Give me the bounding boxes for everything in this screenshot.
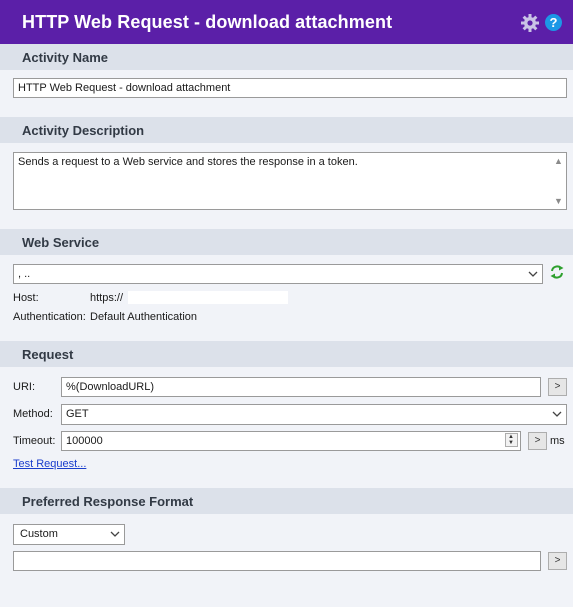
activity-name-input[interactable]: HTTP Web Request - download attachment	[13, 78, 567, 98]
spin-down-icon[interactable]: ▼	[508, 440, 514, 446]
web-service-select[interactable]: , ..	[13, 264, 543, 284]
method-selected-value: GET	[66, 408, 89, 420]
timeout-unit: ms	[550, 435, 565, 447]
scroll-down-icon[interactable]: ▼	[554, 196, 563, 206]
section-title: Preferred Response Format	[22, 494, 194, 509]
scroll-up-icon[interactable]: ▲	[554, 156, 563, 166]
window-title: HTTP Web Request - download attachment	[22, 12, 393, 32]
section-header-activity-name: Activity Name	[0, 44, 573, 70]
response-format-select[interactable]: Custom	[13, 524, 125, 545]
help-icon[interactable]: ?	[545, 14, 562, 31]
test-request-link[interactable]: Test Request...	[13, 458, 86, 470]
section-title: Activity Name	[22, 50, 108, 65]
custom-format-expand-button[interactable]: >	[548, 552, 567, 570]
response-format-selected-value: Custom	[20, 528, 58, 540]
timeout-input[interactable]: 100000 ▲ ▼	[61, 431, 521, 451]
custom-format-input[interactable]	[13, 551, 541, 571]
section-title: Web Service	[22, 235, 100, 250]
method-select[interactable]: GET	[61, 404, 567, 425]
activity-description-textarea[interactable]: Sends a request to a Web service and sto…	[13, 152, 567, 210]
section-header-web-service: Web Service	[0, 229, 573, 255]
section-header-request: Request	[0, 341, 573, 367]
timeout-label: Timeout:	[13, 435, 56, 447]
section-header-activity-description: Activity Description	[0, 117, 573, 143]
chevron-down-icon[interactable]	[527, 265, 539, 283]
uri-expand-button[interactable]: >	[548, 378, 567, 396]
web-service-selected-value: , ..	[18, 268, 31, 280]
redacted-host	[128, 291, 288, 304]
authentication-label: Authentication:	[13, 311, 86, 323]
uri-input[interactable]: %(DownloadURL)	[61, 377, 541, 397]
host-value: https://	[90, 292, 124, 304]
timeout-value: 100000	[66, 435, 103, 447]
authentication-value: Default Authentication	[90, 311, 198, 323]
section-title: Activity Description	[22, 123, 145, 138]
section-title: Request	[22, 347, 74, 362]
uri-label: URI:	[13, 381, 35, 393]
description-scrollbar[interactable]: ▲ ▼	[550, 153, 566, 209]
chevron-down-icon[interactable]	[551, 405, 563, 423]
section-header-response-format: Preferred Response Format	[0, 488, 573, 514]
refresh-icon[interactable]	[549, 264, 565, 280]
timeout-expand-button[interactable]: >	[528, 432, 547, 450]
method-label: Method:	[13, 408, 53, 420]
timeout-spinner[interactable]: ▲ ▼	[505, 433, 518, 447]
title-bar: HTTP Web Request - download attachment ?	[0, 0, 573, 44]
gear-icon[interactable]	[520, 13, 540, 33]
host-label: Host:	[13, 292, 39, 304]
description-text: Sends a request to a Web service and sto…	[18, 156, 358, 168]
chevron-down-icon[interactable]	[109, 525, 121, 543]
